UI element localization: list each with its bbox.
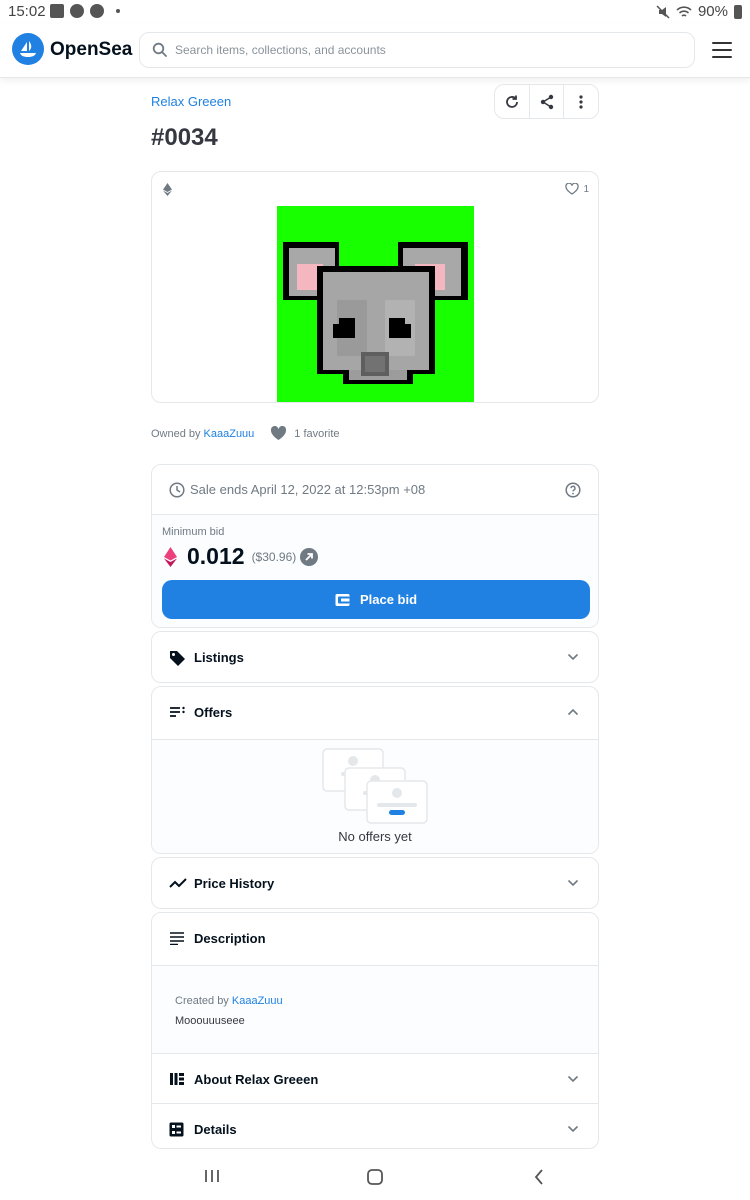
price-row: 0.012 ($30.96) xyxy=(164,543,319,570)
item-image-card: 1 xyxy=(151,171,599,403)
no-offers-text: No offers yet xyxy=(338,829,412,844)
description-panel: Description Created by KaaaZuuu Mooouuus… xyxy=(151,912,599,1149)
tag-icon xyxy=(170,651,185,666)
ethereum-icon xyxy=(163,183,172,196)
home-icon[interactable] xyxy=(367,1169,383,1185)
mouse-pixel-art xyxy=(283,242,468,384)
back-icon[interactable] xyxy=(534,1169,544,1185)
top-header: OpenSea xyxy=(0,24,750,78)
trending-icon xyxy=(169,878,187,888)
details-title: Details xyxy=(194,1122,237,1137)
clock-icon xyxy=(169,482,185,498)
hamburger-icon[interactable] xyxy=(712,42,732,58)
sale-ends-text: Sale ends April 12, 2022 at 12:53pm +08 xyxy=(190,482,426,497)
creator-link[interactable]: KaaaZuuu xyxy=(232,995,283,1007)
system-nav-bar xyxy=(0,1155,750,1200)
sale-timer-row: Sale ends April 12, 2022 at 12:53pm +08 xyxy=(152,465,598,515)
heart-icon xyxy=(271,426,287,440)
brand-name[interactable]: OpenSea xyxy=(50,39,132,61)
notification-icons xyxy=(50,4,120,18)
status-bar: 15:02 90% xyxy=(0,0,750,24)
search-bar[interactable] xyxy=(139,32,695,68)
chevron-down-icon xyxy=(567,1125,579,1133)
chevron-down-icon xyxy=(567,1075,579,1083)
arrow-up-right-icon[interactable] xyxy=(300,547,319,566)
search-input[interactable] xyxy=(175,39,675,61)
favorites-label: 1 favorite xyxy=(294,427,340,440)
mute-icon xyxy=(656,4,670,19)
favorite-button[interactable]: 1 xyxy=(565,183,589,195)
status-right: 90% xyxy=(656,3,742,20)
list-icon xyxy=(170,706,185,717)
place-bid-label: Place bid xyxy=(359,592,418,607)
collection-link[interactable]: Relax Greeen xyxy=(151,94,231,109)
item-action-group xyxy=(494,84,599,119)
description-title: Description xyxy=(194,931,266,946)
status-time: 15:02 xyxy=(8,3,46,20)
text-lines-icon xyxy=(170,932,184,945)
wifi-icon xyxy=(676,5,692,17)
owned-by-label: Owned by xyxy=(151,427,201,440)
share-button[interactable] xyxy=(530,85,565,118)
more-vertical-icon xyxy=(579,94,583,109)
details-row[interactable]: Details xyxy=(152,1103,598,1148)
offers-header[interactable]: Offers xyxy=(152,687,598,739)
sale-price-section: Minimum bid 0.012 ($30.96) Place bid xyxy=(152,515,598,627)
place-bid-button[interactable]: Place bid xyxy=(162,580,590,619)
about-title: About Relax Greeen xyxy=(194,1072,319,1087)
listings-header[interactable]: Listings xyxy=(152,632,598,682)
help-icon[interactable] xyxy=(565,482,581,498)
listings-title: Listings xyxy=(194,650,244,665)
owner-link[interactable]: KaaaZuuu xyxy=(204,428,255,440)
refresh-button[interactable] xyxy=(495,85,530,118)
usd-price: ($30.96) xyxy=(251,549,297,564)
description-text: Mooouuuseee xyxy=(175,1015,245,1027)
favorite-count: 1 xyxy=(583,183,589,195)
empty-offers-illustration xyxy=(322,748,428,824)
offers-title: Offers xyxy=(194,705,233,720)
created-by-row: Created by KaaaZuuu xyxy=(175,995,283,1007)
ethereum-icon xyxy=(164,546,177,567)
search-icon xyxy=(152,42,167,57)
opensea-boat-icon[interactable] xyxy=(12,33,44,65)
listings-panel[interactable]: Listings xyxy=(151,631,599,683)
chevron-down-icon xyxy=(567,879,579,887)
description-body: Created by KaaaZuuu Mooouuuseee xyxy=(152,965,598,1053)
item-title: #0034 xyxy=(151,124,218,151)
nft-artwork[interactable] xyxy=(277,206,474,402)
more-notifications-icon xyxy=(116,9,120,13)
details-icon xyxy=(169,1122,184,1137)
details-header[interactable]: Details xyxy=(152,1104,598,1148)
offers-panel: Offers No offers yet xyxy=(151,686,599,854)
recent-apps-icon[interactable] xyxy=(204,1169,220,1183)
minimum-bid-label: Minimum bid xyxy=(162,526,225,538)
battery-icon xyxy=(734,4,742,19)
description-header[interactable]: Description xyxy=(152,913,598,965)
book-icon xyxy=(170,1073,184,1085)
refresh-icon xyxy=(505,95,518,108)
owner-row: Owned by KaaaZuuu 1 favorite xyxy=(151,426,340,441)
created-by-label: Created by xyxy=(175,995,229,1007)
about-header[interactable]: About Relax Greeen xyxy=(152,1054,598,1106)
wallet-icon xyxy=(335,593,350,606)
gallery-icon xyxy=(50,4,64,18)
sale-card: Sale ends April 12, 2022 at 12:53pm +08 … xyxy=(151,464,599,628)
price-history-title: Price History xyxy=(194,876,275,891)
chevron-down-icon xyxy=(567,653,579,661)
price-history-panel[interactable]: Price History xyxy=(151,857,599,909)
price-history-header[interactable]: Price History xyxy=(152,858,598,908)
share-icon xyxy=(540,94,553,109)
chevron-up-icon xyxy=(567,708,579,716)
battery-percent: 90% xyxy=(697,3,728,20)
heart-icon xyxy=(565,183,580,195)
app-notification-icon xyxy=(70,4,84,18)
current-price: 0.012 xyxy=(187,543,245,569)
more-button[interactable] xyxy=(564,85,598,118)
about-collection-row[interactable]: About Relax Greeen xyxy=(152,1053,598,1103)
offers-empty-state: No offers yet xyxy=(152,739,598,853)
telegram-icon xyxy=(90,4,104,18)
